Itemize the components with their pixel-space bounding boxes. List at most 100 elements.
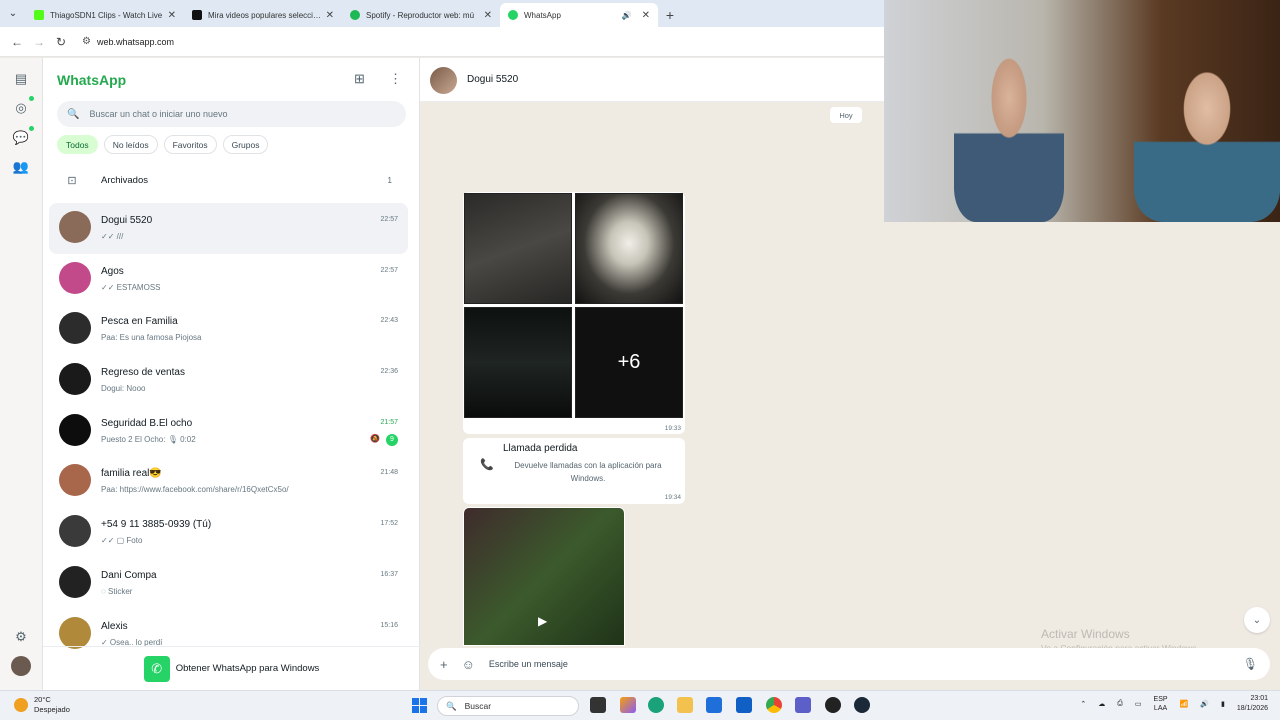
weather-sun-icon bbox=[14, 698, 28, 712]
video-message[interactable]: ▶ bbox=[463, 507, 625, 646]
reload-icon[interactable]: ↻ bbox=[50, 35, 72, 49]
search-icon: 🔍 bbox=[67, 108, 80, 120]
settings-icon[interactable]: ⚙ bbox=[11, 627, 31, 647]
scroll-down-button[interactable]: ⌄ bbox=[1244, 607, 1270, 633]
clock[interactable]: 23:01 18/1/2026 bbox=[1237, 694, 1268, 714]
contact-name[interactable]: Dogui 5520 bbox=[467, 74, 518, 85]
steam-icon[interactable] bbox=[854, 697, 870, 713]
filter-favorites[interactable]: Favoritos bbox=[163, 135, 217, 154]
avatar bbox=[59, 565, 91, 598]
tab-title: WhatsApp bbox=[524, 10, 561, 20]
file-explorer-icon[interactable] bbox=[677, 697, 693, 713]
filter-all[interactable]: Todos bbox=[57, 135, 98, 154]
filter-groups[interactable]: Grupos bbox=[222, 135, 269, 154]
store-icon[interactable] bbox=[706, 697, 722, 713]
taskbar: 20°C Despejado 🔍 Buscar ⌃ ☁ ⎙ ▭ ESP LAA bbox=[0, 690, 1280, 720]
contact-avatar[interactable] bbox=[430, 67, 457, 94]
wifi-icon[interactable]: 📶 bbox=[1180, 700, 1189, 708]
filter-unread[interactable]: No leídos bbox=[103, 135, 158, 154]
profile-avatar[interactable] bbox=[11, 656, 31, 676]
person-left bbox=[954, 50, 1064, 222]
chrome-icon[interactable] bbox=[766, 697, 782, 713]
get-windows-app-banner[interactable]: ✆ Obtener WhatsApp para Windows bbox=[43, 646, 420, 690]
watermark-title: Activar Windows bbox=[1041, 627, 1130, 641]
channels-icon[interactable]: 💬 bbox=[11, 128, 31, 148]
network-icon[interactable]: ☁ bbox=[1098, 700, 1105, 708]
volume-icon[interactable]: 🔊 bbox=[1200, 700, 1209, 708]
site-info-icon[interactable]: ⚙ bbox=[82, 36, 91, 47]
search-input[interactable]: 🔍 Buscar un chat o iniciar uno nuevo bbox=[57, 101, 406, 127]
close-tab-icon[interactable]: ✕ bbox=[168, 10, 176, 21]
speaker-icon[interactable]: 🔊 bbox=[622, 11, 632, 20]
app-rail: ▤ ◎ 💬 👥 ⚙ bbox=[0, 58, 43, 690]
chat-time: 21:48 bbox=[380, 469, 398, 477]
album-photo[interactable] bbox=[575, 193, 683, 304]
chat-list: Dogui 5520 ✓✓ /// 22:57 Agos ✓✓ ESTAMOSS… bbox=[49, 203, 408, 659]
chat-sidebar: WhatsApp ⊞ ⋮ 🔍 Buscar un chat o iniciar … bbox=[43, 58, 420, 690]
communities-icon[interactable]: 👥 bbox=[11, 157, 31, 177]
chat-name: Dani Compa bbox=[101, 569, 157, 581]
power-icon[interactable]: ▮ bbox=[1221, 700, 1225, 708]
language-indicator[interactable]: ESP LAA bbox=[1154, 695, 1168, 713]
url-field[interactable]: ⚙ web.whatsapp.com bbox=[82, 36, 174, 47]
tab-search-icon[interactable]: ⌄ bbox=[0, 0, 26, 27]
taskbar-search[interactable]: 🔍 Buscar bbox=[437, 696, 579, 716]
chat-item[interactable]: Agos ✓✓ ESTAMOSS 22:57 bbox=[49, 254, 408, 305]
tab-thiago-clips[interactable]: ThiagoSDN1 Clips - Watch Live ✕ bbox=[26, 3, 184, 27]
chat-item[interactable]: Dogui 5520 ✓✓ /// 22:57 bbox=[49, 203, 408, 254]
chat-item[interactable]: Seguridad B.El ocho Puesto 2 El Ocho: 🎙 … bbox=[49, 406, 408, 457]
edge-icon[interactable] bbox=[648, 697, 664, 713]
tray-overflow-icon[interactable]: ⌃ bbox=[1080, 700, 1086, 708]
message-composer[interactable]: + ☺ Escribe un mensaje 🎙 bbox=[428, 648, 1270, 680]
close-tab-icon[interactable]: ✕ bbox=[642, 10, 650, 21]
usb-icon[interactable]: ⎙ bbox=[1117, 700, 1123, 708]
teams-icon[interactable] bbox=[795, 697, 811, 713]
obs-icon[interactable] bbox=[825, 697, 841, 713]
archive-icon: ⊡ bbox=[67, 174, 77, 187]
battery-icon[interactable]: ▭ bbox=[1135, 700, 1142, 708]
lang-bottom: LAA bbox=[1153, 705, 1168, 712]
album-more[interactable]: +6 bbox=[575, 307, 683, 418]
chat-name: Regreso de ventas bbox=[101, 367, 185, 379]
new-chat-icon[interactable]: ⊞ bbox=[354, 71, 365, 87]
media-album[interactable]: +6 19:33 bbox=[463, 192, 685, 434]
chat-preview: ✓✓ ESTAMOSS bbox=[101, 282, 161, 292]
copilot-icon[interactable] bbox=[620, 697, 636, 713]
microphone-icon[interactable]: 🎙 bbox=[1243, 657, 1258, 671]
start-button[interactable] bbox=[412, 698, 427, 713]
avatar bbox=[59, 211, 91, 243]
kick-favicon-icon bbox=[34, 10, 44, 20]
back-icon[interactable]: ← bbox=[6, 35, 28, 49]
conversation-header[interactable]: Dogui 5520 bbox=[420, 58, 884, 102]
tab-tiktok[interactable]: Mira videos populares seleccion ✕ bbox=[184, 3, 342, 27]
archived-row[interactable]: ⊡ Archivados 1 bbox=[43, 167, 420, 193]
chat-time: 22:57 bbox=[380, 216, 398, 223]
chat-item[interactable]: Regreso de ventas Dogui: Nooo 22:36 bbox=[49, 355, 408, 406]
outlook-icon[interactable] bbox=[736, 697, 752, 713]
attach-plus-icon[interactable]: + bbox=[440, 657, 448, 672]
chat-preview: Dogui: Nooo bbox=[101, 384, 146, 394]
close-tab-icon[interactable]: ✕ bbox=[484, 10, 492, 21]
tab-whatsapp[interactable]: WhatsApp 🔊 ✕ bbox=[500, 3, 658, 27]
status-icon[interactable]: ◎ bbox=[11, 98, 31, 118]
forward-icon[interactable]: → bbox=[28, 35, 50, 49]
play-icon[interactable]: ▶ bbox=[538, 614, 547, 628]
album-photo[interactable] bbox=[464, 307, 572, 418]
close-tab-icon[interactable]: ✕ bbox=[326, 10, 334, 21]
emoji-sticker-icon[interactable]: ☺ bbox=[462, 657, 475, 672]
chat-item[interactable]: +54 9 11 3885-0939 (Tú) ✓✓ ▢ Foto 17:52 bbox=[49, 507, 408, 558]
chat-preview: ✓✓ /// bbox=[101, 232, 124, 241]
menu-icon[interactable]: ⋮ bbox=[389, 71, 402, 87]
chat-item[interactable]: Pesca en Familia Paa: Es una famosa Pioj… bbox=[49, 304, 408, 355]
chat-name: Pesca en Familia bbox=[101, 316, 178, 328]
new-tab-button[interactable]: + bbox=[658, 3, 682, 27]
tab-spotify[interactable]: Spotify - Reproductor web: mú ✕ bbox=[342, 3, 500, 27]
task-view-icon[interactable] bbox=[590, 697, 606, 713]
missed-call-message[interactable]: 📞 Llamada perdida Devuelve llamadas con … bbox=[463, 438, 685, 504]
album-photo[interactable] bbox=[464, 193, 572, 304]
chat-item[interactable]: Dani Compa ◌ Sticker 16:37 bbox=[49, 558, 408, 609]
channels-unread-dot bbox=[29, 126, 34, 131]
weather-widget[interactable]: 20°C Despejado bbox=[14, 695, 70, 715]
chat-item[interactable]: familia real😎 Paa: https://www.facebook.… bbox=[49, 456, 408, 507]
chats-icon[interactable]: ▤ bbox=[11, 69, 31, 89]
